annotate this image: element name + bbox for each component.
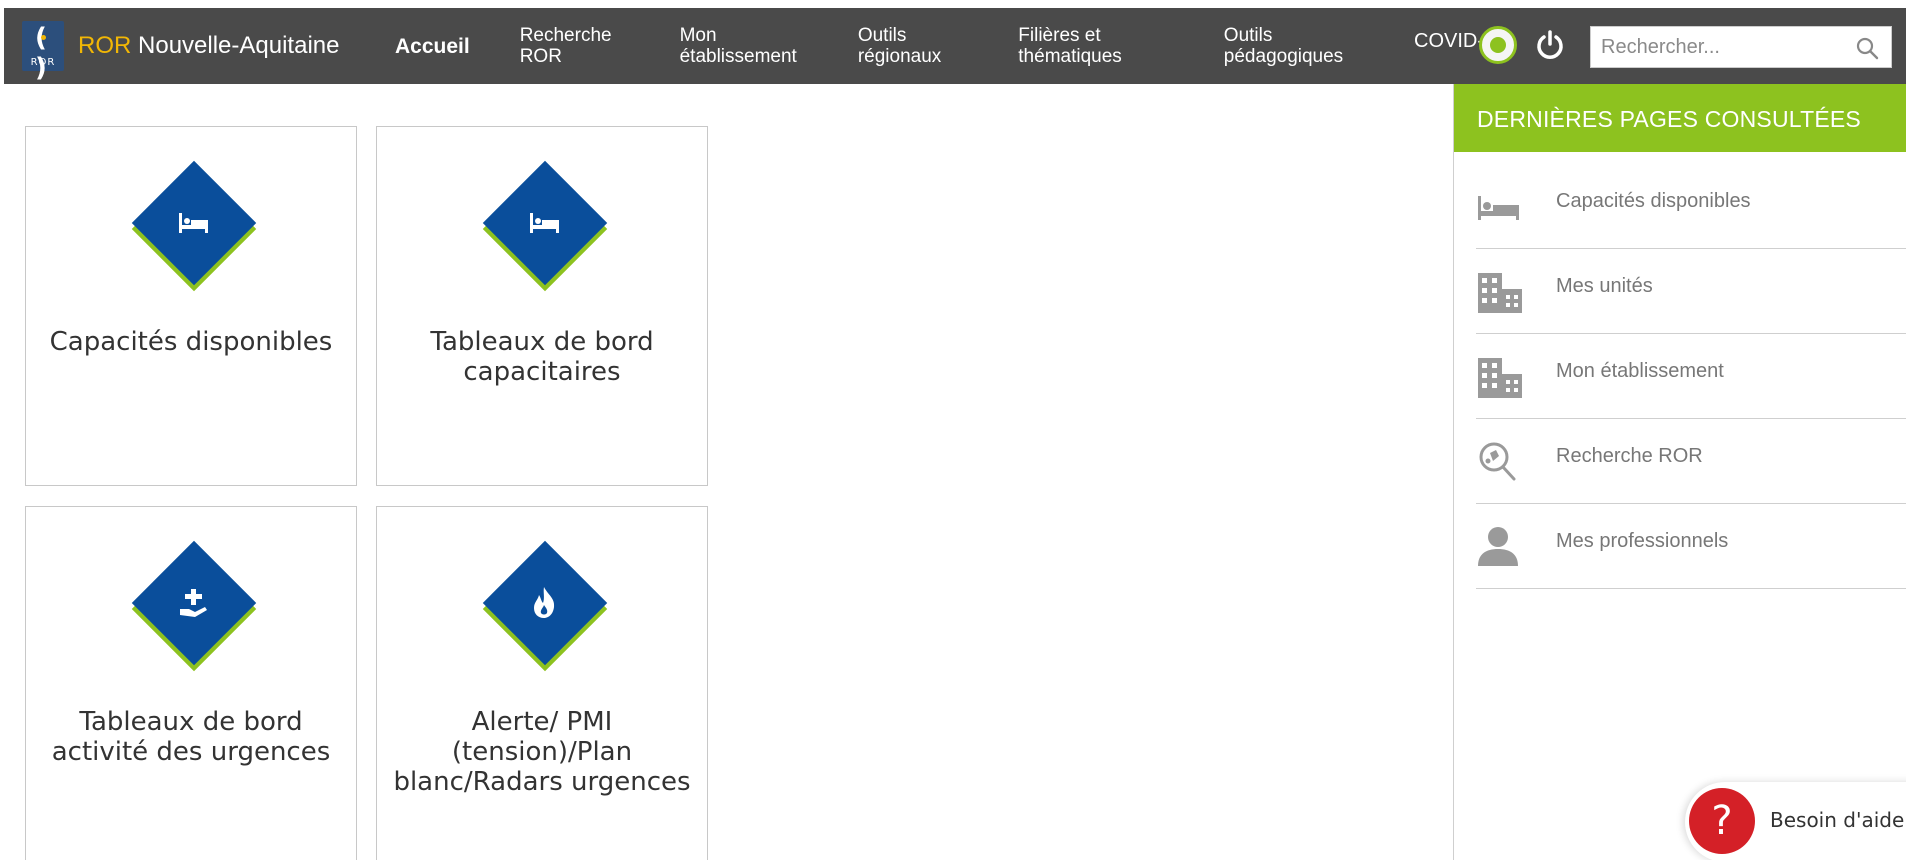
recent-pages-panel: DERNIÈRES PAGES CONSULTÉES Capacités dis…	[1453, 84, 1906, 860]
bed-icon	[1478, 196, 1519, 220]
nav-item-accueil[interactable]: Accueil	[395, 36, 470, 57]
recent-item-mes-professionnels[interactable]: Mes professionnels	[1476, 504, 1906, 589]
brand-name-rest: Nouvelle-Aquitaine	[131, 32, 340, 59]
ror-logo[interactable]: ( ) ROR	[22, 21, 64, 83]
bed-icon	[530, 213, 559, 233]
tile-label: Alerte/ PMI (tension)/Plan blanc/Radars …	[393, 707, 691, 797]
recent-pages-title: DERNIÈRES PAGES CONSULTÉES	[1454, 84, 1906, 152]
tile-tableaux-bord-urgences[interactable]: Tableaux de bord activité des urgences	[25, 506, 357, 860]
nav-item-mon-etablissement[interactable]: Mon établissement	[680, 25, 797, 67]
tile-label: Capacités disponibles	[49, 327, 333, 357]
recent-item-label: Recherche ROR	[1556, 445, 1703, 467]
building-icon	[1478, 273, 1522, 313]
logo-text: ROR	[30, 57, 56, 68]
brand-name-accent: ROR	[78, 32, 132, 59]
tile-alerte-pmi[interactable]: Alerte/ PMI (tension)/Plan blanc/Radars …	[376, 506, 708, 860]
tile-capacites-disponibles[interactable]: Capacités disponibles	[25, 126, 357, 486]
recent-item-label: Mes professionnels	[1556, 530, 1729, 552]
recent-item-recherche-ror[interactable]: Recherche ROR	[1476, 419, 1906, 504]
recent-item-label: Capacités disponibles	[1556, 190, 1751, 212]
tile-label: Tableaux de bord capacitaires	[430, 327, 654, 387]
recent-item-label: Mes unités	[1556, 275, 1653, 297]
recent-item-capacites[interactable]: Capacités disponibles	[1476, 164, 1906, 249]
recent-item-mes-unites[interactable]: Mes unités	[1476, 249, 1906, 334]
tile-badge	[481, 539, 608, 675]
search-map-icon	[1479, 442, 1516, 481]
recent-item-label: Mon établissement	[1556, 360, 1724, 382]
help-label[interactable]: Besoin d'aide ?	[1770, 808, 1906, 832]
medical-hand-icon	[180, 589, 207, 617]
help-widget[interactable]: ? Besoin d'aide ?	[1685, 782, 1906, 860]
tile-tableaux-bord-capacitaires[interactable]: Tableaux de bord capacitaires	[376, 126, 708, 486]
help-icon[interactable]: ?	[1689, 788, 1755, 854]
recent-item-mon-etablissement[interactable]: Mon établissement	[1476, 334, 1906, 419]
building-icon	[1478, 358, 1522, 398]
fire-icon	[534, 587, 555, 618]
user-icon	[1478, 527, 1518, 566]
nav-item-covid[interactable]: COVID-	[1414, 30, 1484, 53]
search-input[interactable]	[1591, 27, 1841, 67]
nav-item-filieres-thematiques[interactable]: Filières et thématiques	[1018, 25, 1122, 67]
bed-icon	[179, 213, 208, 233]
brand-name[interactable]: ROR Nouvelle-Aquitaine	[78, 32, 339, 60]
search-box	[1590, 26, 1892, 68]
nav-item-outils-regionaux[interactable]: Outils régionaux	[858, 25, 941, 67]
tile-badge	[130, 539, 257, 675]
tile-label: Tableaux de bord activité des urgences	[51, 707, 331, 767]
brand[interactable]: ( ) ROR ROR Nouvelle-Aquitaine	[22, 21, 362, 83]
nav-item-outils-pedagogiques[interactable]: Outils pédagogiques	[1224, 25, 1343, 67]
tile-badge	[130, 159, 257, 295]
search-icon[interactable]	[1855, 36, 1879, 60]
tile-badge	[481, 159, 608, 295]
nav-item-recherche-ror[interactable]: Recherche ROR	[520, 25, 612, 67]
top-navigation-bar: ( ) ROR ROR Nouvelle-Aquitaine Accueil R…	[4, 8, 1906, 84]
recent-pages-list: Capacités disponibles Mes unités Mon éta…	[1454, 164, 1906, 589]
virus-icon[interactable]	[1479, 26, 1517, 64]
power-icon[interactable]	[1535, 30, 1565, 60]
main-nav: Accueil Recherche ROR Mon établissement …	[362, 8, 1343, 84]
